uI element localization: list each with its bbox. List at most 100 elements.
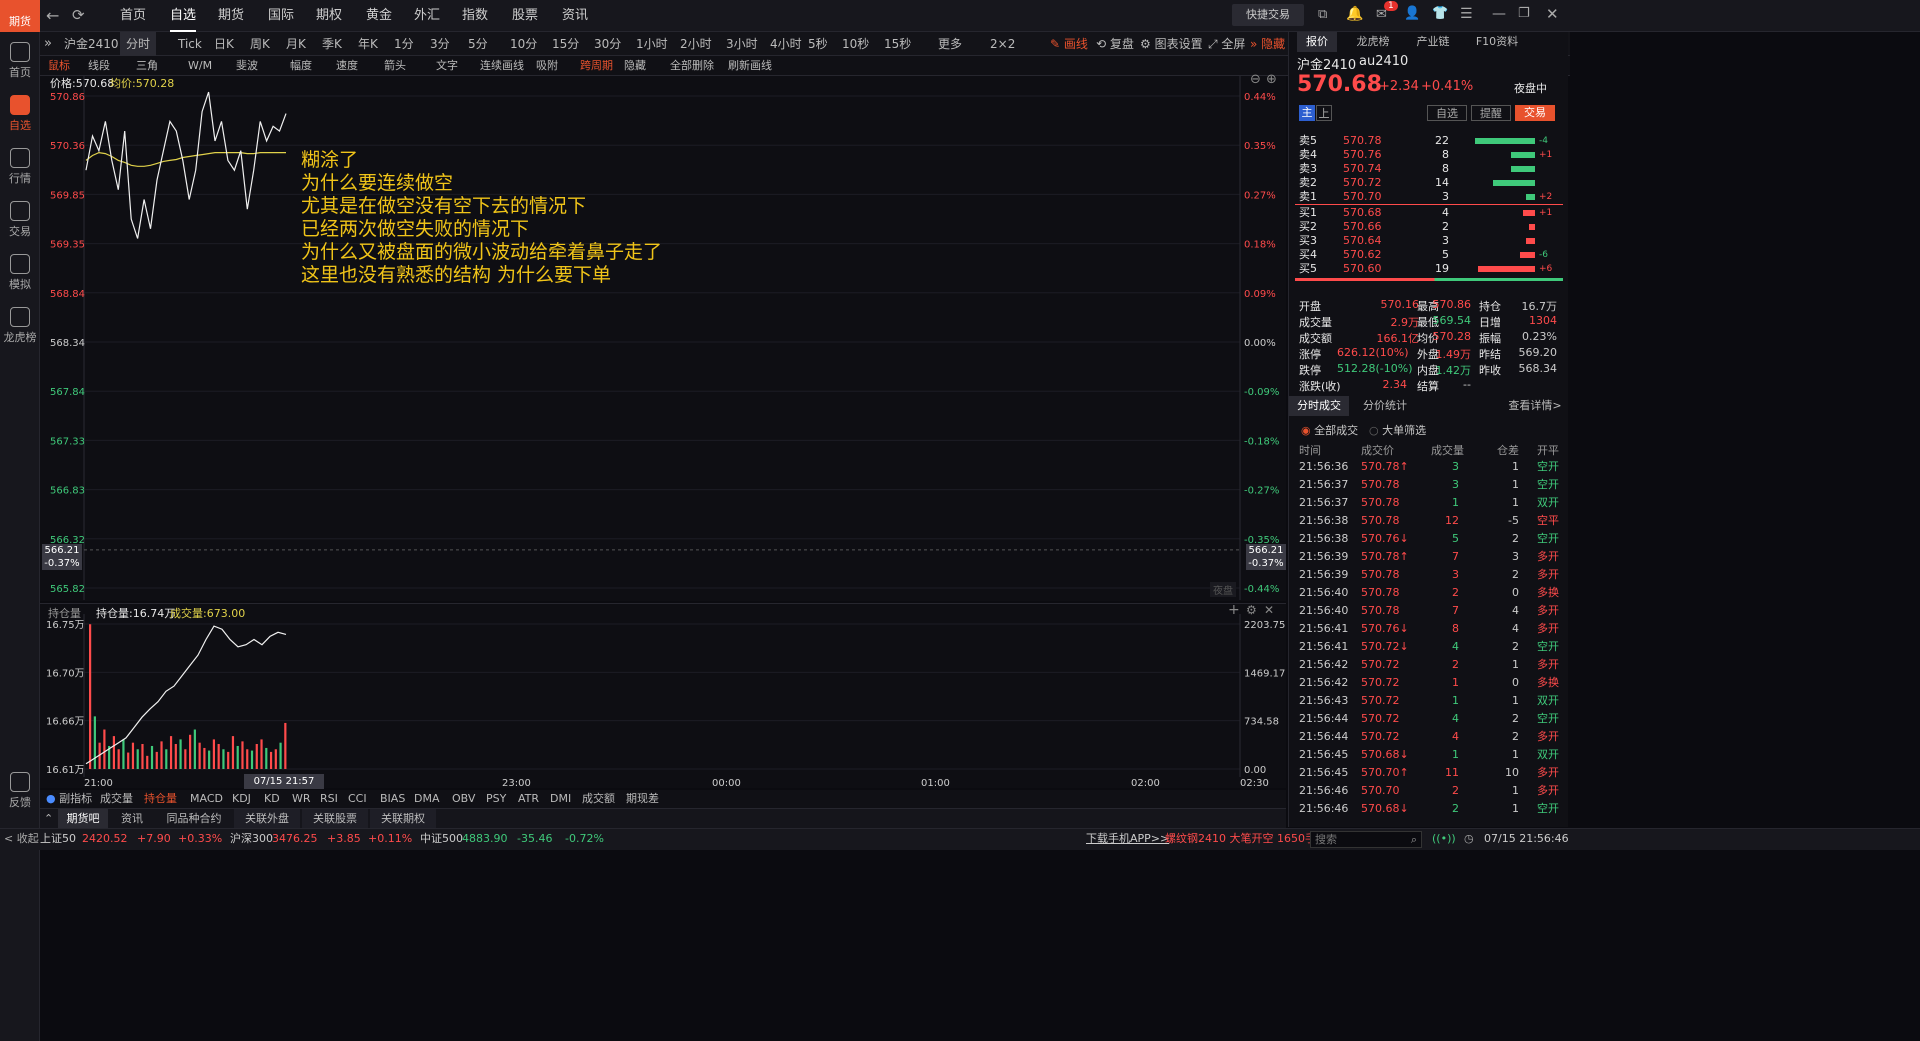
chart-tool-2[interactable]: ⚙ 图表设置 — [1140, 32, 1203, 56]
nav-2[interactable]: 期货 — [218, 0, 244, 32]
draw-tool-7[interactable]: 箭头 — [384, 56, 406, 76]
trade-tab-2[interactable]: 查看详情> — [1503, 396, 1567, 416]
chart-tool-3[interactable]: ⤢ 全屏 — [1208, 32, 1245, 56]
tf-13[interactable]: 1小时 — [636, 32, 668, 56]
tf-15[interactable]: 3小时 — [726, 32, 758, 56]
draw-tool-2[interactable]: 三角 — [136, 56, 158, 76]
chart-tool-0[interactable]: ✎ 画线 — [1050, 32, 1088, 56]
nav-8[interactable]: 股票 — [512, 0, 538, 32]
nav-0[interactable]: 首页 — [120, 0, 146, 32]
bottom-tab-2[interactable]: 同品种合约 — [156, 809, 232, 829]
nav-7[interactable]: 指数 — [462, 0, 488, 32]
draw-tool-9[interactable]: 连续画线 — [480, 56, 524, 76]
ticker-text[interactable]: 螺纹钢2410 大笔开空 1650手 — [1165, 829, 1316, 849]
tf-16[interactable]: 4小时 — [770, 32, 802, 56]
indicator-5[interactable]: KD — [264, 790, 280, 808]
tf-3[interactable]: 周K — [250, 32, 270, 56]
back-icon[interactable]: ← — [46, 6, 59, 25]
nav-5[interactable]: 黄金 — [366, 0, 392, 32]
indicator-1[interactable]: 成交量 — [100, 790, 133, 808]
draw-tool-4[interactable]: 斐波 — [236, 56, 258, 76]
menu-icon[interactable]: ☰ — [1460, 6, 1473, 22]
indicator-10[interactable]: DMA — [414, 790, 440, 808]
draw-tool-10[interactable]: 吸附 — [536, 56, 558, 76]
bottom-tab-0[interactable]: 期货吧 — [58, 809, 108, 829]
collapse-tabs-icon[interactable]: ⌃ — [40, 809, 57, 829]
tf-1[interactable]: Tick — [178, 32, 202, 56]
tf-19[interactable]: 15秒 — [884, 32, 911, 56]
tf-8[interactable]: 3分 — [430, 32, 450, 56]
tf-10[interactable]: 10分 — [510, 32, 537, 56]
bottom-tab-1[interactable]: 资讯 — [110, 809, 154, 829]
tf-0[interactable]: 分时 — [120, 32, 157, 56]
exchange-tag-1[interactable]: 上 — [1316, 105, 1332, 121]
indicator-15[interactable]: 成交额 — [582, 790, 615, 808]
tf-2[interactable]: 日K — [214, 32, 234, 56]
draw-tool-3[interactable]: W/M — [188, 56, 212, 76]
right-tab-3[interactable]: F10资料 — [1465, 32, 1529, 52]
draw-tool-13[interactable]: 全部删除 — [670, 56, 714, 76]
nav-1[interactable]: 自选 — [170, 0, 197, 32]
right-tab-0[interactable]: 报价 — [1297, 32, 1337, 52]
indicator-12[interactable]: PSY — [486, 790, 506, 808]
exchange-tag-0[interactable]: 主 — [1299, 105, 1315, 121]
quick-trade-button[interactable]: 快捷交易 — [1232, 4, 1304, 26]
bottom-tab-3[interactable]: 关联外盘 — [234, 809, 300, 829]
nav-6[interactable]: 外汇 — [414, 0, 440, 32]
leftnav-3[interactable]: 交易 — [0, 201, 40, 239]
trade-tab-1[interactable]: 分价统计 — [1355, 396, 1415, 416]
contract-name[interactable]: 沪金2410 — [64, 32, 119, 56]
indicator-3[interactable]: MACD — [190, 790, 223, 808]
indicator-9[interactable]: BIAS — [380, 790, 405, 808]
bell-icon[interactable]: 🔔 — [1346, 6, 1363, 22]
tf-7[interactable]: 1分 — [394, 32, 414, 56]
chart-tool-4[interactable]: » 隐藏 — [1250, 32, 1285, 56]
quote-button-2[interactable]: 交易 — [1515, 105, 1555, 121]
chart-tool-1[interactable]: ⟲ 复盘 — [1096, 32, 1134, 56]
search-icon[interactable]: ⌕ — [1411, 832, 1417, 847]
tf-9[interactable]: 5分 — [468, 32, 488, 56]
indicator-0[interactable]: ● 副指标 — [46, 790, 92, 808]
indicator-2[interactable]: 持仓量 — [144, 790, 177, 808]
draw-tool-8[interactable]: 文字 — [436, 56, 458, 76]
leftnav-2[interactable]: 行情 — [0, 148, 40, 186]
trade-filter-1[interactable]: ○ 大单筛选 — [1369, 422, 1426, 438]
expand-icon[interactable]: » — [44, 32, 52, 56]
trade-tab-0[interactable]: 分时成交 — [1289, 396, 1349, 416]
tf-11[interactable]: 15分 — [552, 32, 579, 56]
price-chart-panel[interactable]: 价格:570.68 均价:570.28 ⊖ ⊕ 570.86 570.36 569.… — [40, 72, 1286, 601]
app-logo[interactable]: 期货 — [0, 0, 40, 32]
restore-icon[interactable]: ❐ — [1518, 6, 1530, 21]
draw-tool-6[interactable]: 速度 — [336, 56, 358, 76]
indicator-8[interactable]: CCI — [348, 790, 367, 808]
nav-3[interactable]: 国际 — [268, 0, 294, 32]
trade-filter-0[interactable]: ◉ 全部成交 — [1301, 422, 1358, 438]
tf-6[interactable]: 年K — [358, 32, 378, 56]
leftnav-1[interactable]: 自选 — [0, 95, 40, 133]
close-icon[interactable]: ✕ — [1546, 5, 1559, 23]
tf-20[interactable]: 更多 — [938, 32, 962, 56]
tf-12[interactable]: 30分 — [594, 32, 621, 56]
draw-tool-11[interactable]: 跨周期 — [580, 56, 613, 76]
collapse-button[interactable]: < 收起 — [4, 829, 39, 849]
minimize-icon[interactable]: — — [1492, 6, 1506, 22]
tf-18[interactable]: 10秒 — [842, 32, 869, 56]
quote-button-0[interactable]: 自选 — [1427, 105, 1467, 121]
draw-tool-0[interactable]: 鼠标 — [48, 56, 70, 76]
indicator-11[interactable]: OBV — [452, 790, 475, 808]
draw-tool-12[interactable]: 隐藏 — [624, 56, 646, 76]
indicator-13[interactable]: ATR — [518, 790, 539, 808]
bottom-tab-5[interactable]: 关联期权 — [370, 809, 436, 829]
indicator-6[interactable]: WR — [292, 790, 311, 808]
index-2-0[interactable]: 中证500 — [420, 829, 463, 849]
leftnav-5[interactable]: 龙虎榜 — [0, 307, 40, 345]
index-0-0[interactable]: 上证50 — [40, 829, 76, 849]
right-tab-2[interactable]: 产业链 — [1407, 32, 1459, 52]
window-icon[interactable]: ⧉ — [1318, 7, 1327, 22]
indicator-14[interactable]: DMI — [550, 790, 571, 808]
indicator-4[interactable]: KDJ — [232, 790, 251, 808]
indicator-16[interactable]: 期现差 — [626, 790, 659, 808]
nav-9[interactable]: 资讯 — [562, 0, 588, 32]
indicator-7[interactable]: RSI — [320, 790, 338, 808]
tf-4[interactable]: 月K — [286, 32, 306, 56]
